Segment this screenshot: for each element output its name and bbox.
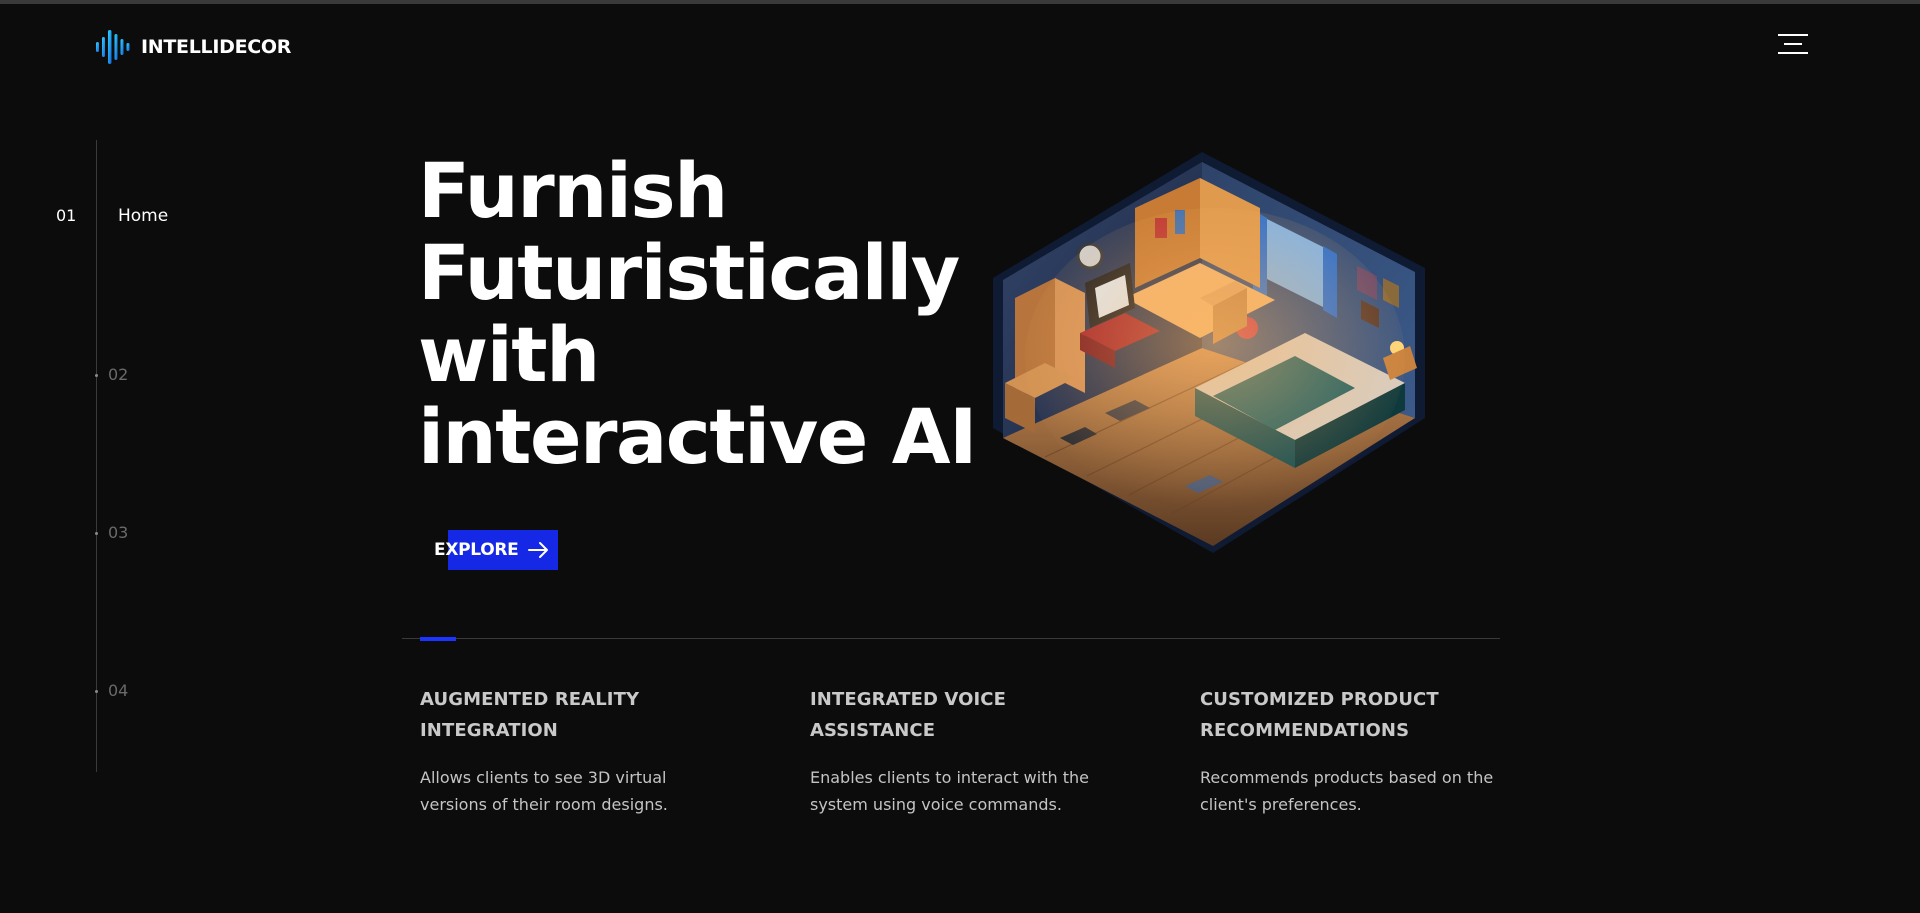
- hero-heading: Furnish Futuristically with interactive …: [418, 146, 977, 481]
- isometric-bedroom-illustration: [993, 152, 1425, 553]
- side-nav-dot: [95, 374, 98, 377]
- hero-heading-line: Furnish: [418, 146, 728, 235]
- brand-logo[interactable]: INTELLIDECOR: [95, 30, 291, 64]
- side-nav-item-04[interactable]: 04: [108, 681, 128, 700]
- hero-heading-line: with: [418, 310, 600, 399]
- hero-heading-line: Futuristically: [418, 228, 960, 317]
- feature-description: Allows clients to see 3D virtual version…: [420, 768, 668, 814]
- top-border: [0, 0, 1920, 4]
- feature-card: INTEGRATED VOICE ASSISTANCE Enables clie…: [810, 684, 1110, 818]
- side-nav-track: [96, 140, 97, 772]
- hero-heading-line: interactive AI: [418, 392, 977, 481]
- side-nav-item-02[interactable]: 02: [108, 365, 128, 384]
- side-nav-label-home[interactable]: Home: [118, 206, 168, 226]
- arrow-right-icon: [528, 542, 549, 558]
- side-nav-item-01[interactable]: 01: [56, 206, 76, 225]
- hamburger-icon: [1778, 34, 1808, 36]
- feature-card: CUSTOMIZED PRODUCT RECOMMENDATIONS Recom…: [1200, 684, 1500, 818]
- explore-button[interactable]: EXPLORE: [434, 530, 558, 570]
- feature-title: AUGMENTED REALITY INTEGRATION: [420, 689, 640, 741]
- feature-title: INTEGRATED VOICE ASSISTANCE: [810, 689, 1007, 741]
- section-divider: [402, 638, 1500, 639]
- side-nav-item-03[interactable]: 03: [108, 523, 128, 542]
- menu-button[interactable]: [1778, 34, 1808, 58]
- feature-title: CUSTOMIZED PRODUCT RECOMMENDATIONS: [1200, 689, 1439, 741]
- feature-card: AUGMENTED REALITY INTEGRATION Allows cli…: [420, 684, 720, 818]
- sound-wave-logo-icon: [96, 30, 130, 64]
- feature-description: Enables clients to interact with the sys…: [810, 768, 1089, 814]
- side-nav-dot: [95, 690, 98, 693]
- feature-description: Recommends products based on the client'…: [1200, 768, 1494, 814]
- divider-progress-accent: [420, 637, 456, 641]
- side-nav-dot: [95, 532, 98, 535]
- brand-name: INTELLIDECOR: [141, 36, 292, 58]
- explore-label: EXPLORE: [434, 540, 519, 560]
